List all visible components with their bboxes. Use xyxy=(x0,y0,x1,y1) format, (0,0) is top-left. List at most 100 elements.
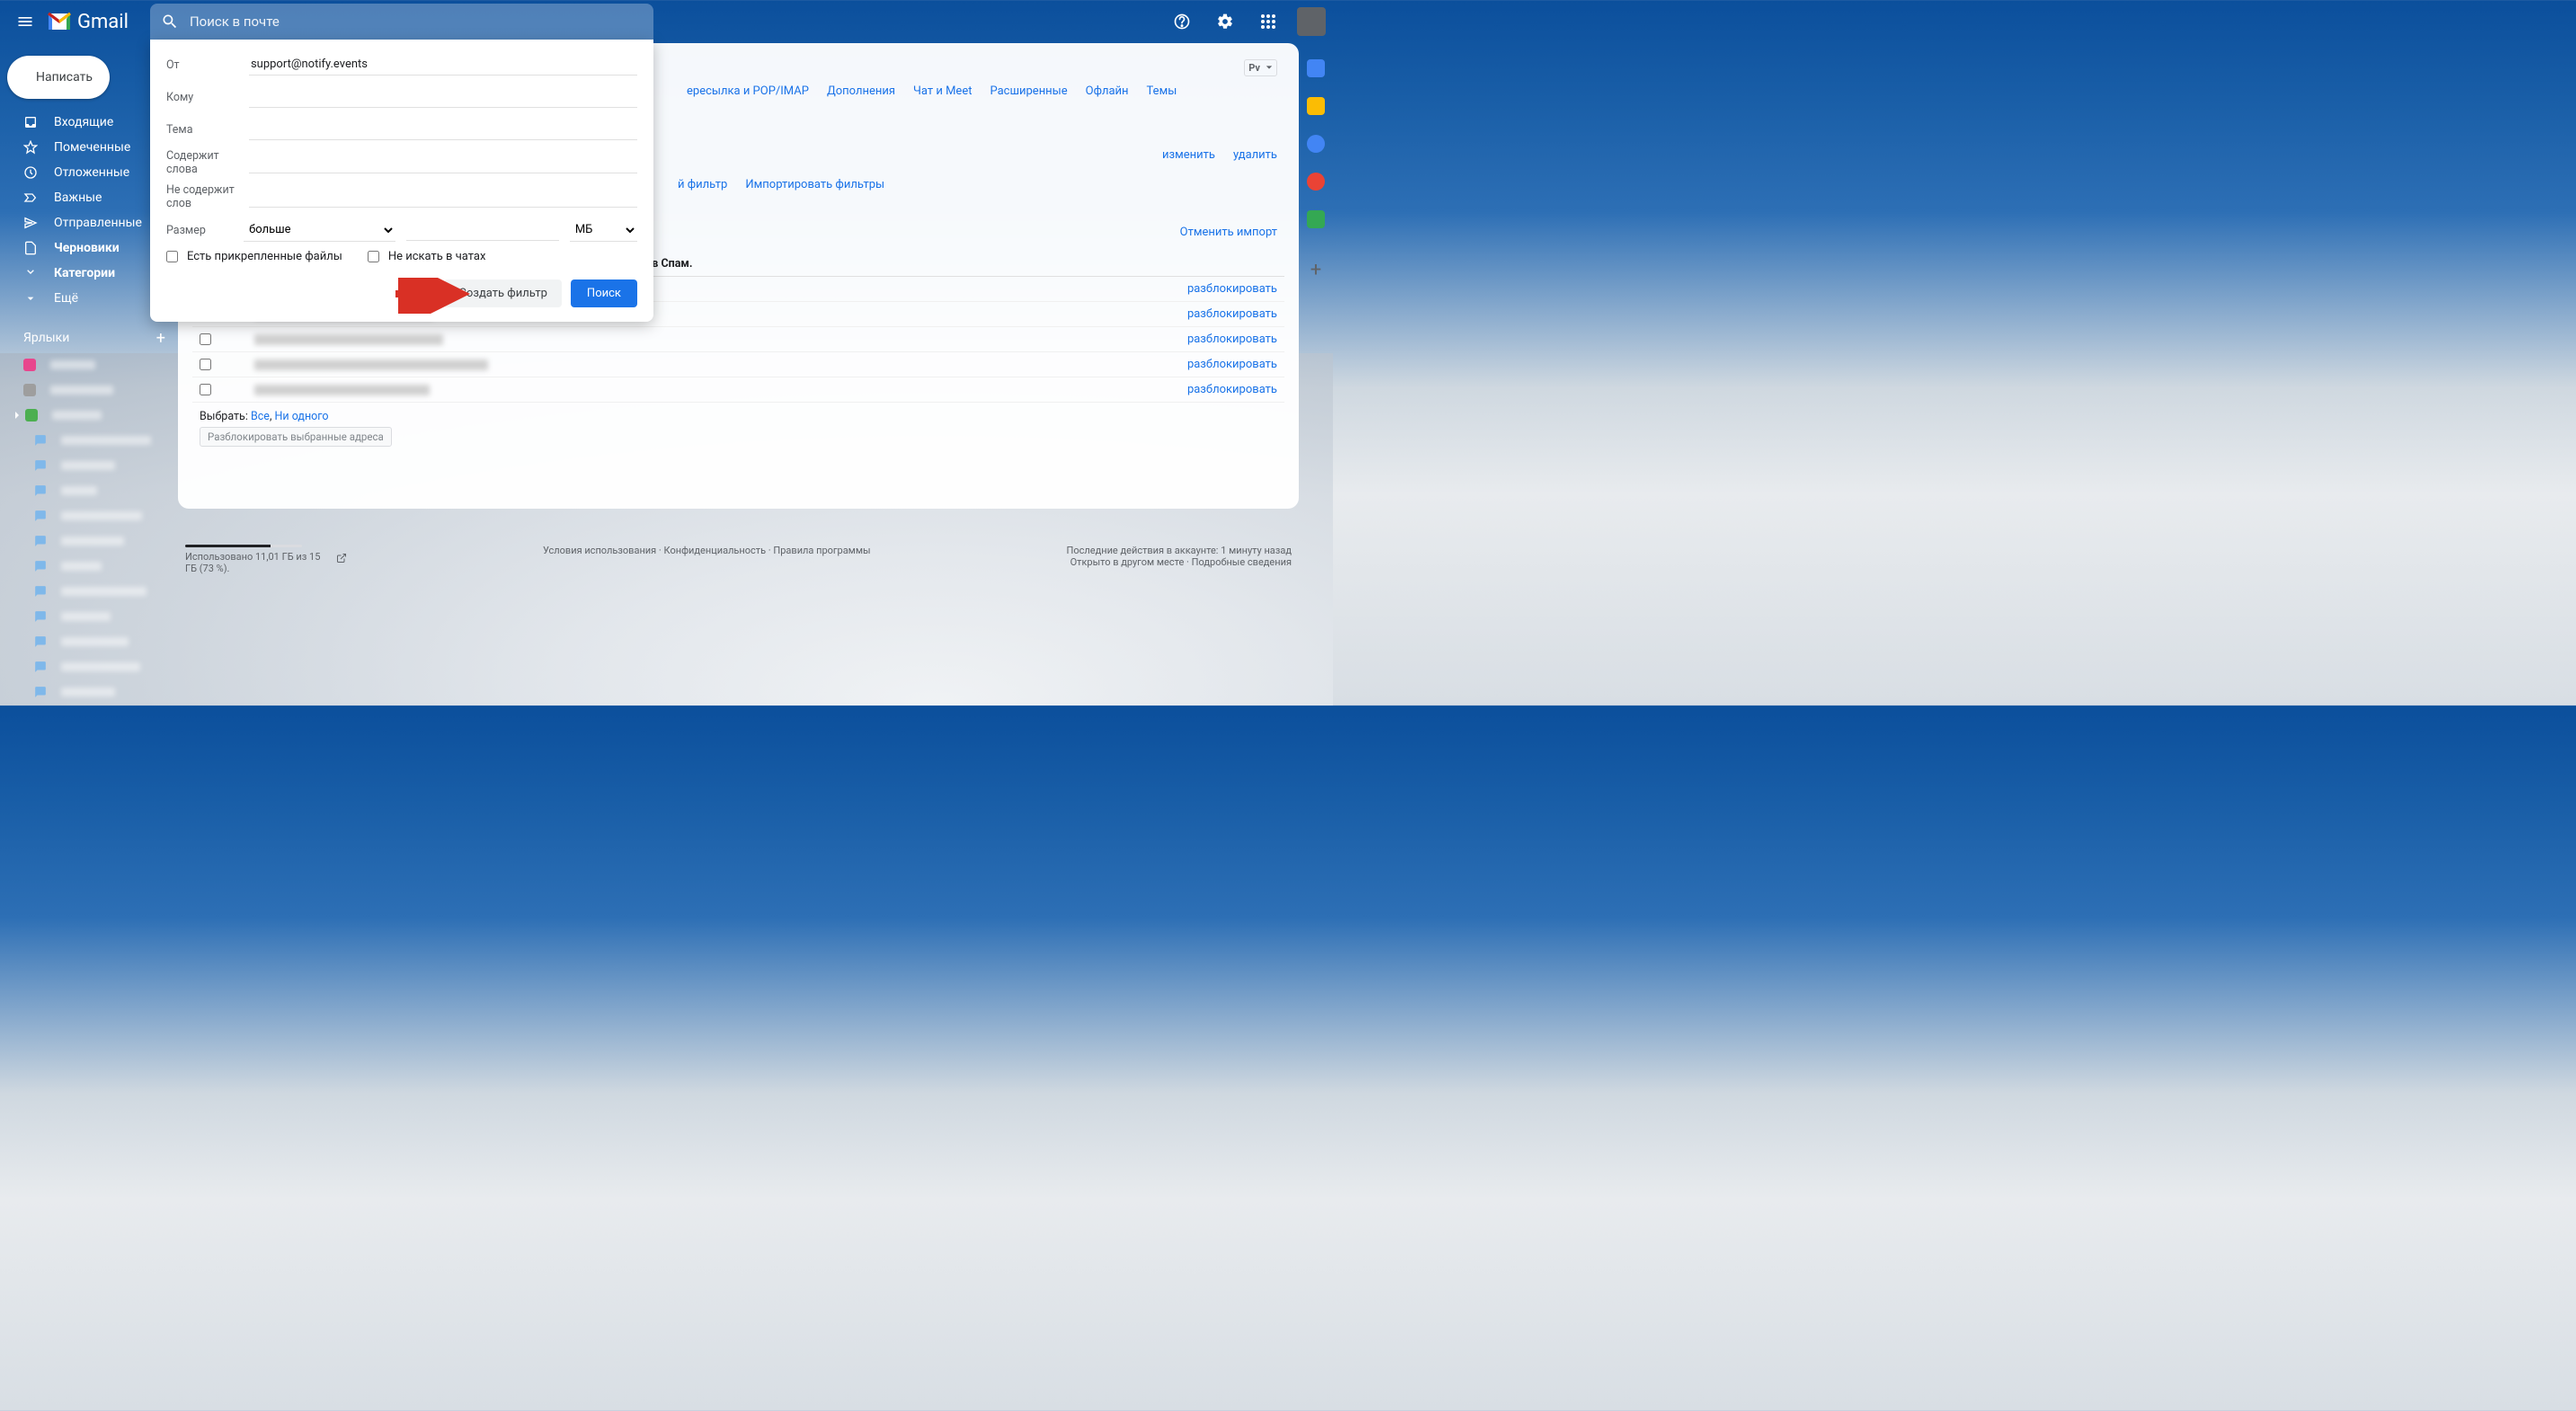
tab-themes[interactable]: Темы xyxy=(1147,84,1177,98)
label-item[interactable] xyxy=(0,403,178,428)
not-words-label: Не содержит слов xyxy=(166,183,249,210)
main-menu-button[interactable] xyxy=(7,4,43,40)
label-item[interactable] xyxy=(0,377,178,403)
search-button[interactable]: Поиск xyxy=(571,280,637,307)
blocked-checkbox[interactable] xyxy=(200,359,211,370)
label-item[interactable] xyxy=(0,654,178,679)
label-item[interactable] xyxy=(0,478,178,503)
settings-icon[interactable] xyxy=(1207,4,1243,40)
size-op-select[interactable]: больше xyxy=(244,218,395,242)
tab-addons[interactable]: Дополнения xyxy=(827,84,895,98)
gmail-logo[interactable]: Gmail xyxy=(47,11,129,33)
open-external-icon[interactable] xyxy=(336,553,347,564)
chevron-down-icon xyxy=(1266,64,1273,71)
compose-button[interactable]: Написать xyxy=(7,56,110,99)
blocked-row: разблокировать xyxy=(192,377,1284,403)
to-label: Кому xyxy=(166,91,249,104)
to-input[interactable] xyxy=(249,86,637,108)
account-switcher[interactable]: Pv xyxy=(1244,59,1277,76)
search-icon xyxy=(161,13,179,31)
tab-advanced[interactable]: Расширенные xyxy=(990,84,1067,98)
from-input[interactable] xyxy=(249,54,637,75)
keep-icon[interactable] xyxy=(1307,97,1325,115)
unblock-link[interactable]: разблокировать xyxy=(1187,307,1277,321)
blocked-row: разблокировать xyxy=(192,352,1284,377)
has-words-label: Содержит слова xyxy=(166,149,249,176)
select-none-link[interactable]: Ни одного xyxy=(275,410,329,423)
tasks-icon[interactable] xyxy=(1307,135,1325,153)
search-input[interactable] xyxy=(190,13,643,30)
add-label-button[interactable]: + xyxy=(156,329,165,348)
subject-input[interactable] xyxy=(249,119,637,140)
not-words-input[interactable] xyxy=(249,186,637,208)
blocked-email xyxy=(254,334,443,345)
filter-delete-link[interactable]: удалить xyxy=(1233,148,1277,162)
compose-label: Написать xyxy=(36,70,93,84)
no-chats-checkbox[interactable]: Не искать в чатах xyxy=(368,250,486,263)
open-elsewhere-link[interactable]: Открыто в другом месте xyxy=(1070,556,1185,568)
nav-sent[interactable]: Отправленные xyxy=(0,210,167,235)
labels-header: Ярлыки xyxy=(23,331,69,345)
unblock-link[interactable]: разблокировать xyxy=(1187,333,1277,346)
get-addons-button[interactable]: + xyxy=(1310,259,1321,281)
tab-forwarding[interactable]: ересылка и POP/IMAP xyxy=(687,84,809,98)
blocked-email xyxy=(254,359,488,370)
select-all-link[interactable]: Все xyxy=(251,410,270,423)
apps-icon[interactable] xyxy=(1250,4,1286,40)
label-item[interactable] xyxy=(0,629,178,654)
privacy-link[interactable]: Конфиденциальность xyxy=(664,545,767,556)
label-item[interactable] xyxy=(0,554,178,579)
contacts-icon[interactable] xyxy=(1307,173,1325,191)
label-item[interactable] xyxy=(0,428,178,453)
nav-starred[interactable]: Помеченные xyxy=(0,135,167,160)
tab-chat[interactable]: Чат и Meet xyxy=(913,84,972,98)
nav-important[interactable]: Важные xyxy=(0,185,167,210)
unblock-link[interactable]: разблокировать xyxy=(1187,358,1277,371)
from-label: От xyxy=(166,58,249,72)
search-filter-panel: От Кому Тема Содержит слова Не содержит … xyxy=(150,40,653,322)
nav-snoozed[interactable]: Отложенные xyxy=(0,160,167,185)
has-words-input[interactable] xyxy=(249,152,637,173)
label-item[interactable] xyxy=(0,352,178,377)
calendar-icon[interactable] xyxy=(1307,59,1325,77)
import-filters-link[interactable]: Импортировать фильтры xyxy=(745,178,884,191)
activity-text: Последние действия в аккаунте: 1 минуту … xyxy=(1067,545,1292,556)
nav-drafts[interactable]: Черновики1 xyxy=(0,235,167,261)
policies-link[interactable]: Правила программы xyxy=(773,545,870,556)
search-bar[interactable] xyxy=(150,4,653,40)
filter-edit-link[interactable]: изменить xyxy=(1162,148,1215,162)
size-label: Размер xyxy=(166,224,244,237)
gmail-logo-text: Gmail xyxy=(77,11,129,33)
tab-offline[interactable]: Офлайн xyxy=(1086,84,1129,98)
cancel-import-link[interactable]: Отменить импорт xyxy=(1180,226,1277,239)
help-icon[interactable] xyxy=(1164,4,1200,40)
label-item[interactable] xyxy=(0,604,178,629)
nav-more[interactable]: Ещё xyxy=(0,286,167,311)
label-item[interactable] xyxy=(0,503,178,528)
size-value-input[interactable] xyxy=(406,219,559,241)
unblock-link[interactable]: разблокировать xyxy=(1187,383,1277,396)
label-item[interactable] xyxy=(0,528,178,554)
select-label: Выбрать: xyxy=(200,410,248,423)
nav-categories[interactable]: Категории xyxy=(0,261,167,286)
terms-link[interactable]: Условия использования xyxy=(543,545,656,556)
storage-text: Использовано 11,01 ГБ из 15 ГБ (73 %). xyxy=(185,551,331,574)
label-item[interactable] xyxy=(0,579,178,604)
new-filter-link[interactable]: й фильтр xyxy=(678,178,727,191)
label-item[interactable] xyxy=(0,453,178,478)
subject-label: Тема xyxy=(166,123,249,137)
addon-icon[interactable] xyxy=(1307,210,1325,228)
size-unit-select[interactable]: МБ xyxy=(570,218,637,242)
blocked-email xyxy=(254,385,430,395)
has-attachment-checkbox[interactable]: Есть прикрепленные файлы xyxy=(166,250,342,263)
account-avatar[interactable] xyxy=(1297,7,1326,36)
blocked-checkbox[interactable] xyxy=(200,384,211,395)
label-item[interactable] xyxy=(0,679,178,705)
blocked-row: разблокировать xyxy=(192,327,1284,352)
nav-inbox[interactable]: Входящие xyxy=(0,110,167,135)
unblock-link[interactable]: разблокировать xyxy=(1187,282,1277,296)
details-link[interactable]: Подробные сведения xyxy=(1192,556,1292,568)
create-filter-button[interactable]: Создать фильтр xyxy=(444,280,561,307)
blocked-checkbox[interactable] xyxy=(200,333,211,345)
unblock-selected-button[interactable]: Разблокировать выбранные адреса xyxy=(200,427,392,447)
